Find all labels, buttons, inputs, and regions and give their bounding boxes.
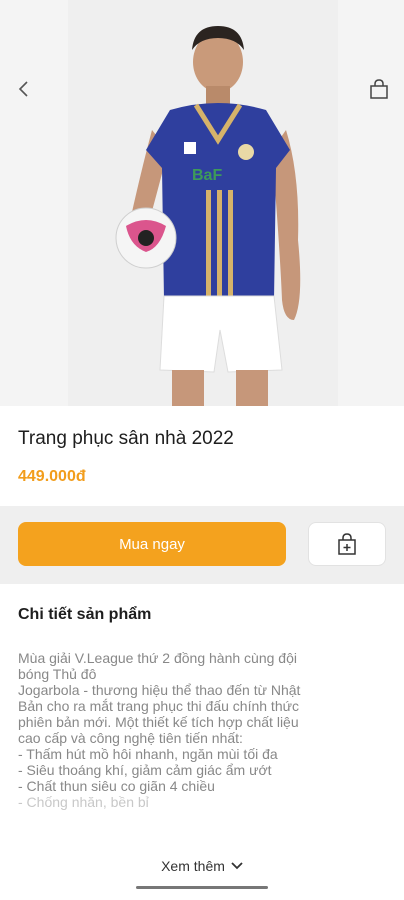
cart-button[interactable] [362,72,396,106]
chevron-down-icon [231,862,243,870]
product-price: 449.000đ [18,468,86,485]
shopping-bag-icon [370,79,388,99]
description-line: - Siêu thoáng khí, giảm cảm giác ẩm ướt [18,762,272,778]
description-line: cao cấp và công nghệ tiên tiến nhất: [18,730,243,746]
description-line: - Thấm hút mồ hôi nhanh, ngăn mùi tối đa [18,746,278,762]
product-description: Mùa giải V.League thứ 2 đồng hành cùng đ… [18,650,388,810]
description-line: Mùa giải V.League thứ 2 đồng hành cùng đ… [18,650,297,666]
add-to-cart-button[interactable] [308,522,386,566]
details-heading: Chi tiết sản phẩm [18,606,152,623]
product-image: BaF [68,0,338,406]
description-line: - Chống nhăn, bền bỉ [18,794,149,810]
buy-now-button[interactable]: Mua ngay [18,522,286,566]
add-to-cart-icon [338,533,356,555]
description-line: Jogarbola - thương hiệu thể thao đến từ … [18,682,301,698]
svg-text:BaF: BaF [192,167,222,184]
product-title: Trang phục sân nhà 2022 [18,428,234,449]
description-line: bóng Thủ đô [18,666,97,682]
chevron-left-icon [18,81,28,97]
see-more-label: Xem thêm [161,858,225,874]
description-line: Bản cho ra mắt trang phục thi đấu chính … [18,698,299,714]
home-indicator [136,886,268,889]
description-line: phiên bản mới. Một thiết kế tích hợp chấ… [18,714,299,730]
product-info: Trang phục sân nhà 2022 449.000đ [0,406,404,506]
product-hero: BaF [0,0,404,406]
see-more-button[interactable]: Xem thêm [0,858,404,874]
player-illustration: BaF [115,26,301,406]
action-bar: Mua ngay [0,506,404,584]
back-button[interactable] [8,72,42,106]
product-details: Chi tiết sản phẩm Mùa giải V.League thứ … [0,584,404,900]
description-line: - Chất thun siêu co giãn 4 chiều [18,778,215,794]
